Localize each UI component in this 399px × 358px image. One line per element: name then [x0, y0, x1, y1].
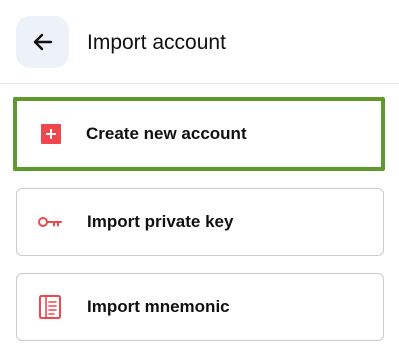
header: Import account — [0, 0, 399, 84]
import-account-screen: Import account Create new account Import… — [0, 0, 399, 358]
import-mnemonic-label: Import mnemonic — [87, 297, 230, 316]
page-title: Import account — [87, 31, 226, 54]
import-private-key-label: Import private key — [87, 212, 234, 231]
document-icon — [37, 294, 63, 320]
import-mnemonic-option[interactable]: Import mnemonic — [16, 273, 384, 341]
import-private-key-option[interactable]: Import private key — [16, 188, 384, 256]
create-new-account-option[interactable]: Create new account — [13, 97, 385, 171]
key-icon — [37, 209, 63, 235]
create-new-account-label: Create new account — [86, 124, 247, 143]
back-button[interactable] — [16, 16, 69, 68]
plus-square-icon — [38, 121, 64, 147]
arrow-left-icon — [33, 33, 52, 51]
